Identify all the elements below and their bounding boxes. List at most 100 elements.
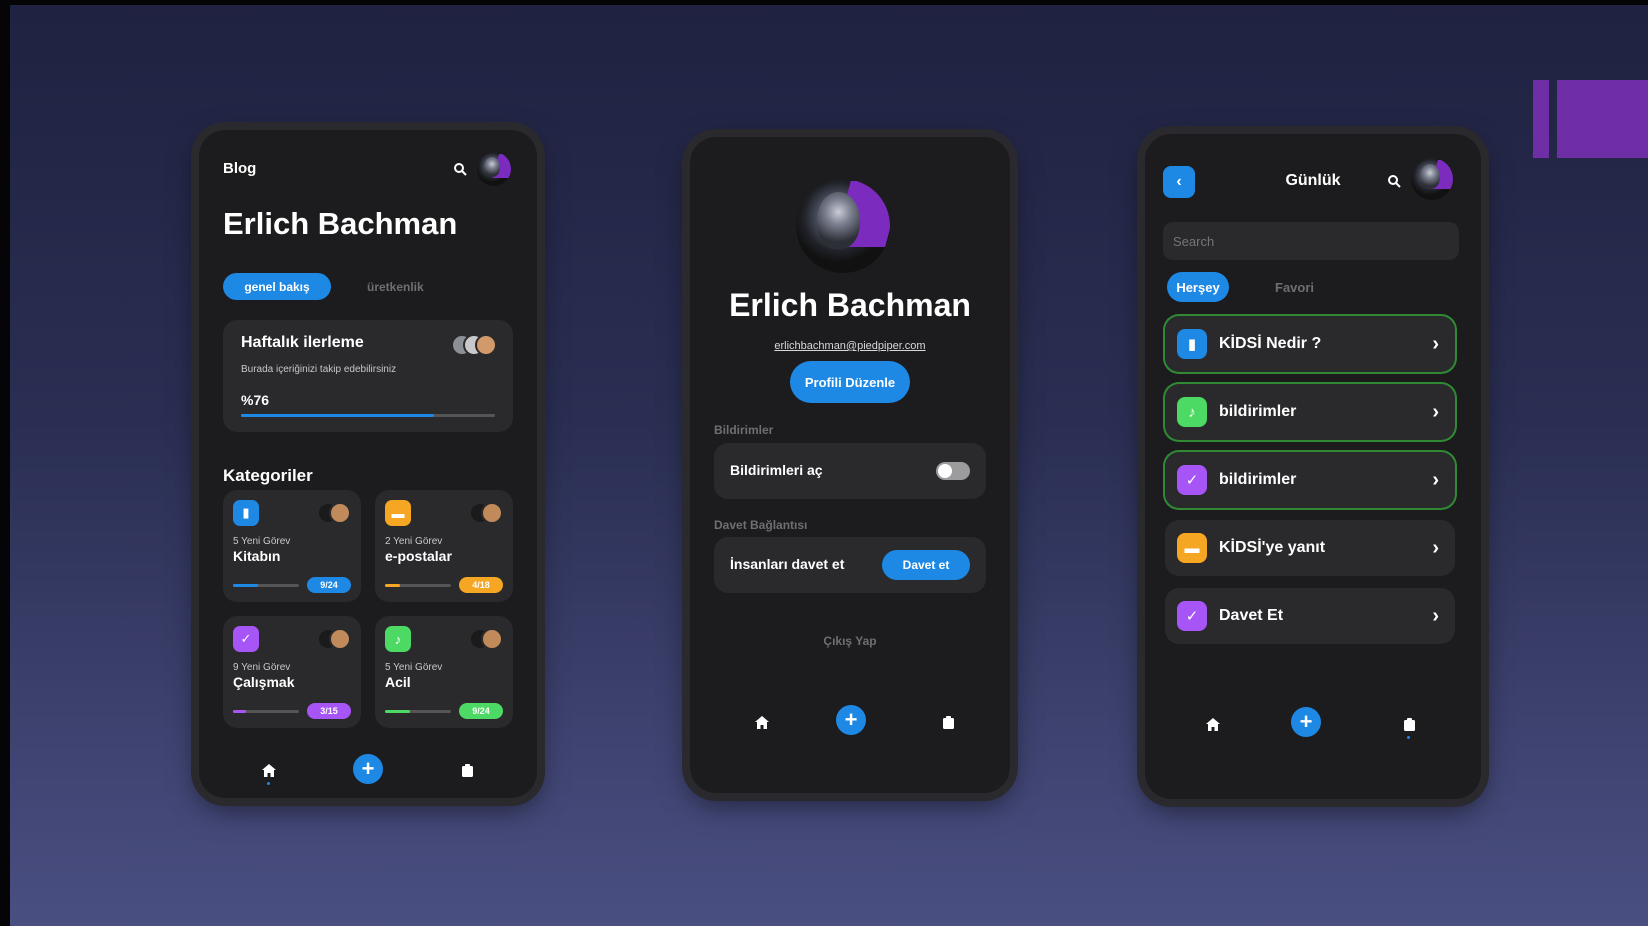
category-name: Çalışmak xyxy=(233,674,295,690)
list-item-label: bildirimler xyxy=(1219,471,1297,488)
plus-icon: + xyxy=(844,707,858,732)
category-progress-bar xyxy=(233,710,299,713)
chevron-right-icon: › xyxy=(1432,468,1439,491)
bell-icon: ♪ xyxy=(1177,397,1207,427)
tab-all[interactable]: Herşey xyxy=(1167,272,1229,302)
edit-profile-button[interactable]: Profili Düzenle xyxy=(790,361,910,403)
category-card[interactable]: ▮ 5 Yeni Görev Kitabın 9/24 xyxy=(223,490,361,602)
chevron-right-icon: › xyxy=(1432,400,1439,423)
member-avatars xyxy=(317,502,351,524)
category-progress-bar xyxy=(385,710,451,713)
bell-icon: ♪ xyxy=(385,626,411,652)
toggle-knob xyxy=(938,464,952,478)
category-card[interactable]: ♪ 5 Yeni Görev Acil 9/24 xyxy=(375,616,513,728)
notifications-toggle[interactable] xyxy=(936,462,970,480)
member-avatars xyxy=(317,628,351,650)
notifications-toggle-label: Bildirimleri aç xyxy=(730,462,823,478)
search-icon[interactable] xyxy=(451,160,469,178)
profile-avatar[interactable] xyxy=(796,179,890,273)
category-name: Kitabın xyxy=(233,548,281,564)
category-name: e-postalar xyxy=(385,548,452,564)
category-card[interactable]: ▬ 2 Yeni Görev e-postalar 4/18 xyxy=(375,490,513,602)
category-badge: 3/15 xyxy=(307,703,351,719)
tab-productivity[interactable]: üretkenlik xyxy=(367,280,424,294)
profile-name: Erlich Bachman xyxy=(729,287,971,323)
active-indicator xyxy=(1407,736,1410,739)
book-icon: ▮ xyxy=(1177,329,1207,359)
profile-email[interactable]: erlichbachman@piedpiper.com xyxy=(690,340,1010,352)
member-avatars xyxy=(469,628,503,650)
category-progress-bar xyxy=(233,584,299,587)
category-task-count: 5 Yeni Görev xyxy=(233,536,291,547)
list-item-label: KİDSİ Nedir ? xyxy=(1219,335,1322,352)
category-badge: 9/24 xyxy=(459,703,503,719)
list-item[interactable]: ✓ Davet Et › xyxy=(1165,588,1455,644)
category-task-count: 5 Yeni Görev xyxy=(385,662,443,673)
home-icon[interactable] xyxy=(1203,714,1223,734)
list-item[interactable]: ▮ KİDSİ Nedir ? › xyxy=(1165,316,1455,372)
list-item[interactable]: ✓ bildirimler › xyxy=(1165,452,1455,508)
category-progress-fill xyxy=(233,584,259,587)
invite-section-label: Davet Bağlantısı xyxy=(714,518,808,532)
window-frame-top xyxy=(0,0,1648,5)
add-button[interactable]: + xyxy=(353,754,383,784)
invite-button[interactable]: Davet et xyxy=(882,550,970,580)
home-icon[interactable] xyxy=(259,760,279,780)
blog-screen: Blog Erlich Bachman genel bakış üretkenl… xyxy=(199,130,537,798)
decorative-block xyxy=(1557,80,1648,158)
category-card[interactable]: ✓ 9 Yeni Görev Çalışmak 3/15 xyxy=(223,616,361,728)
tab-overview[interactable]: genel bakış xyxy=(223,273,331,300)
journal-screen: ‹ Günlük Herşey Favori ▮ KİDSİ Nedir ? ›… xyxy=(1145,134,1481,799)
app-title: Blog xyxy=(223,160,257,177)
decorative-bar xyxy=(1533,80,1549,158)
weekly-progress-title: Haftalık ilerleme xyxy=(241,334,364,351)
mail-icon: ▬ xyxy=(385,500,411,526)
search-box xyxy=(1163,222,1459,260)
chevron-right-icon: › xyxy=(1432,604,1439,627)
user-name: Erlich Bachman xyxy=(223,206,458,241)
weekly-progress-fill xyxy=(241,414,435,417)
mail-icon: ▬ xyxy=(1177,533,1207,563)
notifications-section-label: Bildirimler xyxy=(714,423,774,437)
avatar[interactable] xyxy=(477,152,511,186)
category-badge: 4/18 xyxy=(459,577,503,593)
clipboard-icon[interactable] xyxy=(457,760,477,780)
category-task-count: 2 Yeni Görev xyxy=(385,536,443,547)
plus-icon: + xyxy=(1299,709,1313,734)
search-icon[interactable] xyxy=(1385,172,1403,190)
category-name: Acil xyxy=(385,674,411,690)
add-button[interactable]: + xyxy=(1291,707,1321,737)
weekly-progress-card[interactable]: Haftalık ilerleme Burada içeriğinizi tak… xyxy=(223,320,513,432)
category-progress-bar xyxy=(385,584,451,587)
check-icon: ✓ xyxy=(1177,465,1207,495)
window-frame-left xyxy=(0,0,10,928)
categories-title: Kategoriler xyxy=(223,466,313,485)
chevron-right-icon: › xyxy=(1432,536,1439,559)
member-avatars xyxy=(451,334,499,356)
avatar[interactable] xyxy=(1411,158,1453,200)
search-input[interactable] xyxy=(1163,222,1459,260)
member-avatars xyxy=(469,502,503,524)
add-button[interactable]: + xyxy=(836,705,866,735)
weekly-progress-subtitle: Burada içeriğinizi takip edebilirsiniz xyxy=(241,364,397,375)
logout-link[interactable]: Çıkış Yap xyxy=(690,634,1010,648)
home-icon[interactable] xyxy=(752,712,772,732)
list-item-label: bildirimler xyxy=(1219,403,1297,420)
list-item[interactable]: ♪ bildirimler › xyxy=(1165,384,1455,440)
invite-card: İnsanları davet et Davet et xyxy=(714,537,986,593)
list-item-label: KİDSİ'ye yanıt xyxy=(1219,539,1326,556)
clipboard-icon[interactable] xyxy=(938,712,958,732)
book-icon: ▮ xyxy=(233,500,259,526)
check-icon: ✓ xyxy=(1177,601,1207,631)
category-progress-fill xyxy=(233,710,247,713)
weekly-progress-bar xyxy=(241,414,495,417)
list-item-label: Davet Et xyxy=(1219,607,1284,624)
category-task-count: 9 Yeni Görev xyxy=(233,662,291,673)
invite-label: İnsanları davet et xyxy=(730,556,845,572)
category-progress-fill xyxy=(385,584,400,587)
list-item[interactable]: ▬ KİDSİ'ye yanıt › xyxy=(1165,520,1455,576)
plus-icon: + xyxy=(361,756,375,781)
clipboard-icon[interactable] xyxy=(1399,714,1419,734)
tab-favorites[interactable]: Favori xyxy=(1275,280,1314,295)
category-badge: 9/24 xyxy=(307,577,351,593)
